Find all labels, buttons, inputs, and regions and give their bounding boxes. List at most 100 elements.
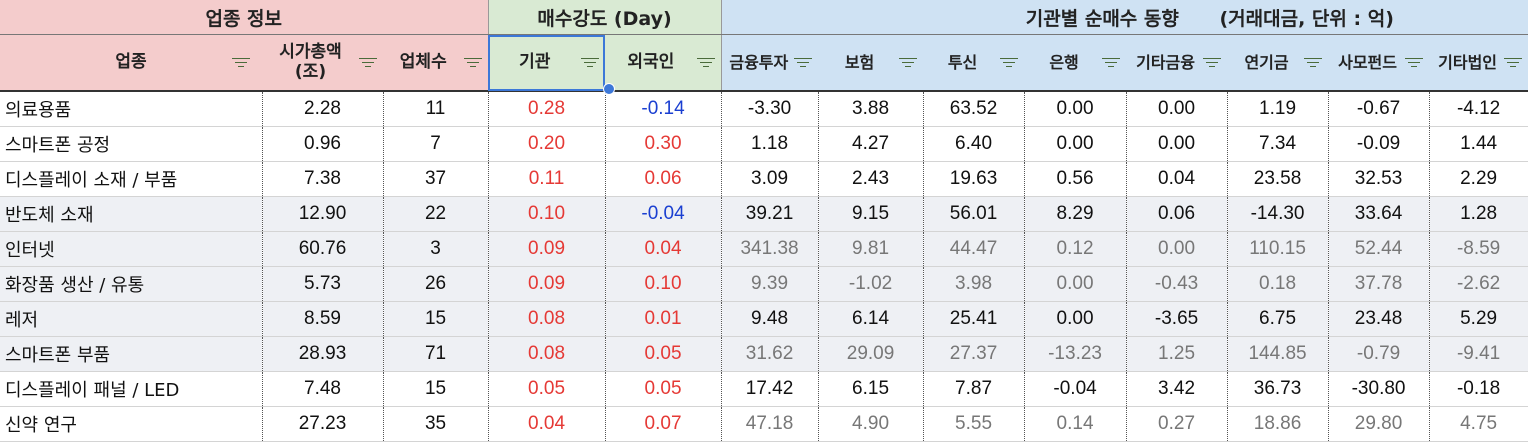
cell-pension[interactable]: 110.15	[1227, 231, 1329, 267]
cell-sector[interactable]: 스마트폰 부품	[0, 336, 263, 372]
cell-othercorp[interactable]: -4.12	[1429, 91, 1528, 127]
column-header-mcap[interactable]: 시가총액 (조)	[262, 34, 383, 92]
cell-trust[interactable]: 44.47	[923, 231, 1025, 267]
cell-pef[interactable]: -30.80	[1328, 371, 1430, 407]
cell-pef[interactable]: 33.64	[1328, 196, 1430, 232]
cell-pension[interactable]: 18.86	[1227, 406, 1329, 442]
cell-pef[interactable]: 29.80	[1328, 406, 1430, 442]
cell-inst[interactable]: 0.20	[488, 126, 606, 162]
cell-foreign[interactable]: 0.04	[605, 231, 722, 267]
cell-count[interactable]: 15	[383, 301, 489, 337]
filter-icon[interactable]	[581, 57, 600, 69]
filter-icon[interactable]	[1102, 57, 1121, 69]
filter-icon[interactable]	[1203, 57, 1222, 69]
cell-count[interactable]: 26	[383, 266, 489, 302]
cell-otherfin[interactable]: 0.27	[1126, 406, 1228, 442]
cell-count[interactable]: 35	[383, 406, 489, 442]
cell-mcap[interactable]: 7.48	[262, 371, 384, 407]
cell-mcap[interactable]: 28.93	[262, 336, 384, 372]
cell-foreign[interactable]: 0.05	[605, 336, 722, 372]
cell-count[interactable]: 22	[383, 196, 489, 232]
cell-bank[interactable]: 0.12	[1024, 231, 1127, 267]
cell-otherfin[interactable]: -0.43	[1126, 266, 1228, 302]
filter-icon[interactable]	[232, 57, 250, 69]
filter-icon[interactable]	[1000, 57, 1019, 69]
cell-count[interactable]: 37	[383, 161, 489, 197]
filter-icon[interactable]	[794, 57, 813, 69]
cell-pension[interactable]: 7.34	[1227, 126, 1329, 162]
cell-bank[interactable]: 0.00	[1024, 126, 1127, 162]
cell-mcap[interactable]: 60.76	[262, 231, 384, 267]
cell-inst[interactable]: 0.10	[488, 196, 606, 232]
cell-fin[interactable]: -3.30	[721, 91, 819, 127]
cell-othercorp[interactable]: 2.29	[1429, 161, 1528, 197]
cell-pension[interactable]: 0.18	[1227, 266, 1329, 302]
cell-foreign[interactable]: 0.01	[605, 301, 722, 337]
cell-bank[interactable]: -0.04	[1024, 371, 1127, 407]
cell-otherfin[interactable]: 0.04	[1126, 161, 1228, 197]
cell-sector[interactable]: 디스플레이 소재 / 부품	[0, 161, 263, 197]
cell-trust[interactable]: 5.55	[923, 406, 1025, 442]
cell-othercorp[interactable]: -0.18	[1429, 371, 1528, 407]
cell-otherfin[interactable]: 1.25	[1126, 336, 1228, 372]
column-header-pension[interactable]: 연기금	[1227, 34, 1329, 92]
cell-trust[interactable]: 63.52	[923, 91, 1025, 127]
filter-icon[interactable]	[899, 57, 918, 69]
cell-othercorp[interactable]: -2.62	[1429, 266, 1528, 302]
cell-othercorp[interactable]: -9.41	[1429, 336, 1528, 372]
selection-fill-handle[interactable]	[603, 83, 615, 95]
cell-sector[interactable]: 인터넷	[0, 231, 263, 267]
cell-otherfin[interactable]: 3.42	[1126, 371, 1228, 407]
cell-foreign[interactable]: -0.14	[605, 91, 722, 127]
cell-mcap[interactable]: 12.90	[262, 196, 384, 232]
cell-count[interactable]: 3	[383, 231, 489, 267]
cell-count[interactable]: 7	[383, 126, 489, 162]
cell-foreign[interactable]: 0.07	[605, 406, 722, 442]
cell-fin[interactable]: 9.48	[721, 301, 819, 337]
cell-mcap[interactable]: 7.38	[262, 161, 384, 197]
cell-foreign[interactable]: 0.05	[605, 371, 722, 407]
cell-count[interactable]: 71	[383, 336, 489, 372]
cell-trust[interactable]: 56.01	[923, 196, 1025, 232]
column-header-pef[interactable]: 사모펀드	[1328, 34, 1430, 92]
cell-sector[interactable]: 스마트폰 공정	[0, 126, 263, 162]
cell-otherfin[interactable]: 0.00	[1126, 91, 1228, 127]
cell-sector[interactable]: 반도체 소재	[0, 196, 263, 232]
cell-trust[interactable]: 27.37	[923, 336, 1025, 372]
cell-inst[interactable]: 0.08	[488, 336, 606, 372]
cell-sector[interactable]: 의료용품	[0, 91, 263, 127]
column-header-sector[interactable]: 업종	[0, 34, 262, 92]
cell-pef[interactable]: 32.53	[1328, 161, 1430, 197]
cell-mcap[interactable]: 8.59	[262, 301, 384, 337]
cell-bank[interactable]: 0.00	[1024, 301, 1127, 337]
cell-mcap[interactable]: 2.28	[262, 91, 384, 127]
cell-bank[interactable]: 8.29	[1024, 196, 1127, 232]
cell-inst[interactable]: 0.09	[488, 231, 606, 267]
cell-othercorp[interactable]: 4.75	[1429, 406, 1528, 442]
cell-ins[interactable]: -1.02	[818, 266, 924, 302]
cell-trust[interactable]: 3.98	[923, 266, 1025, 302]
cell-sector[interactable]: 디스플레이 패널 / LED	[0, 371, 263, 407]
cell-inst[interactable]: 0.09	[488, 266, 606, 302]
cell-sector[interactable]: 신약 연구	[0, 406, 263, 442]
cell-othercorp[interactable]: -8.59	[1429, 231, 1528, 267]
cell-pef[interactable]: 23.48	[1328, 301, 1430, 337]
column-header-othercorp[interactable]: 기타법인	[1429, 34, 1528, 92]
cell-ins[interactable]: 9.15	[818, 196, 924, 232]
column-header-foreign[interactable]: 외국인	[605, 34, 722, 92]
cell-pef[interactable]: -0.67	[1328, 91, 1430, 127]
cell-otherfin[interactable]: 0.00	[1126, 126, 1228, 162]
cell-ins[interactable]: 2.43	[818, 161, 924, 197]
column-header-bank[interactable]: 은행	[1024, 34, 1127, 92]
cell-bank[interactable]: 0.00	[1024, 91, 1127, 127]
cell-foreign[interactable]: -0.04	[605, 196, 722, 232]
cell-mcap[interactable]: 0.96	[262, 126, 384, 162]
cell-inst[interactable]: 0.05	[488, 371, 606, 407]
cell-ins[interactable]: 3.88	[818, 91, 924, 127]
cell-pef[interactable]: 52.44	[1328, 231, 1430, 267]
cell-fin[interactable]: 31.62	[721, 336, 819, 372]
cell-pef[interactable]: -0.09	[1328, 126, 1430, 162]
cell-bank[interactable]: 0.00	[1024, 266, 1127, 302]
cell-othercorp[interactable]: 1.28	[1429, 196, 1528, 232]
cell-fin[interactable]: 3.09	[721, 161, 819, 197]
